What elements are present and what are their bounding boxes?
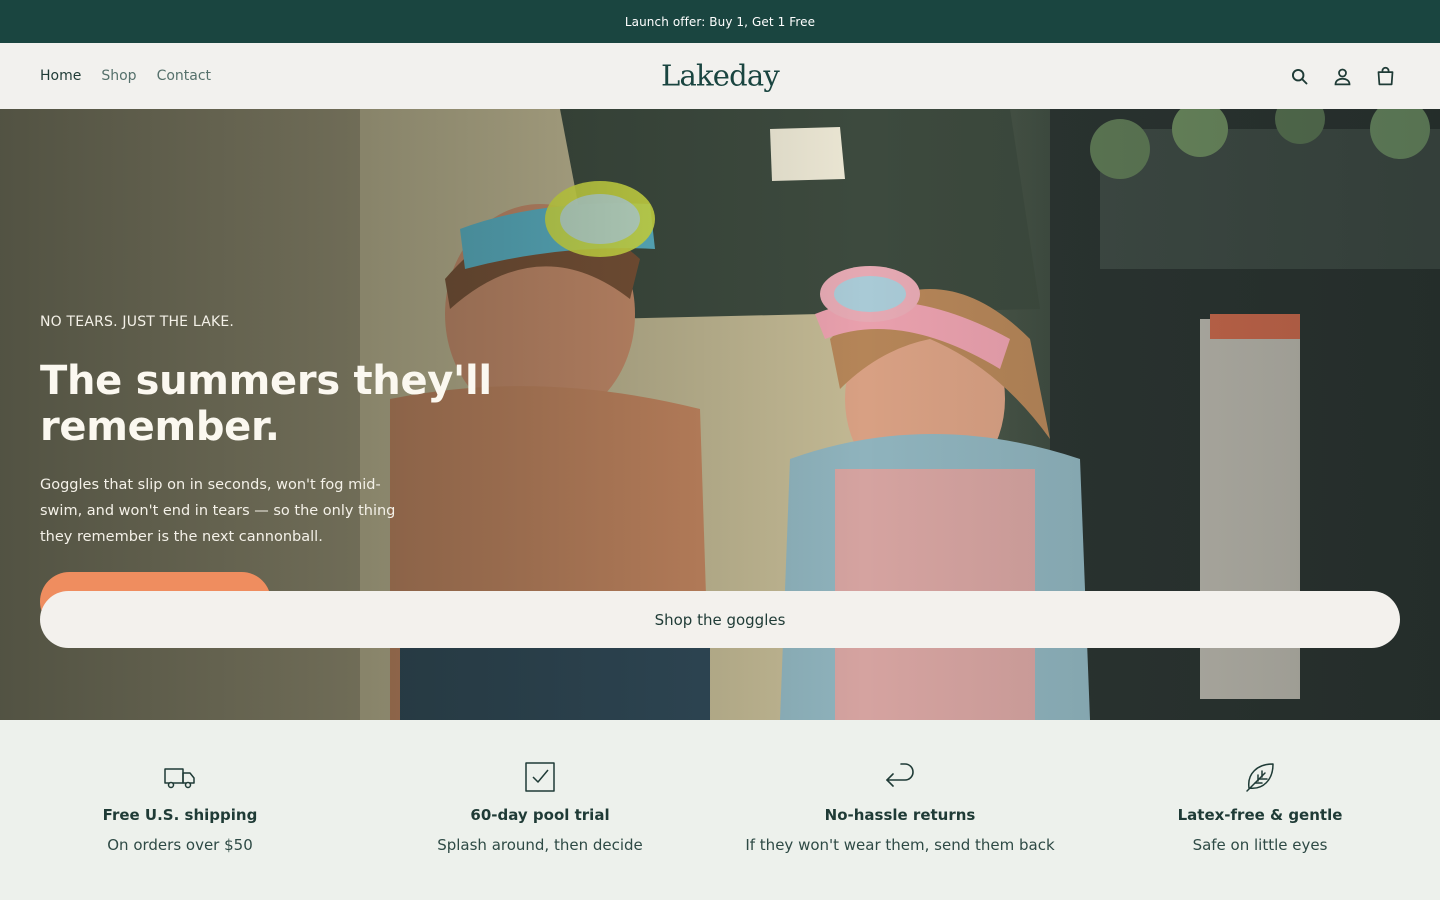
feature-title: No-hassle returns: [824, 806, 976, 824]
account-icon[interactable]: [1332, 66, 1353, 87]
shop-goggles-button[interactable]: Shop the goggles: [40, 591, 1400, 648]
feature-returns: No-hassle returns If they won't wear the…: [720, 720, 1080, 900]
nav-home[interactable]: Home: [40, 68, 81, 84]
site-header: Home Shop Contact Lakeday: [0, 43, 1440, 109]
hero-title: The summers they'll remember.: [40, 358, 492, 450]
feature-shipping: Free U.S. shipping On orders over $50: [0, 720, 360, 900]
return-arrow-icon: [883, 760, 917, 794]
cart-icon[interactable]: [1375, 66, 1396, 87]
feature-latex-free: Latex-free & gentle Safe on little eyes: [1080, 720, 1440, 900]
features-bar: Free U.S. shipping On orders over $50 60…: [0, 720, 1440, 900]
feature-title: Latex-free & gentle: [1177, 806, 1343, 824]
feature-title: 60-day pool trial: [470, 806, 610, 824]
hero-eyebrow: NO TEARS. JUST THE LAKE.: [40, 314, 235, 330]
feature-title: Free U.S. shipping: [102, 806, 258, 824]
hero-content: NO TEARS. JUST THE LAKE. The summers the…: [40, 314, 740, 631]
announcement-bar: Launch offer: Buy 1, Get 1 Free: [0, 0, 1440, 43]
feature-subtitle: Splash around, then decide: [437, 836, 643, 854]
brand-logo[interactable]: Lakeday: [661, 58, 780, 92]
feature-pool-trial: 60-day pool trial Splash around, then de…: [360, 720, 720, 900]
search-icon[interactable]: [1289, 66, 1310, 87]
hero-description: Goggles that slip on in seconds, won't f…: [40, 477, 396, 545]
feature-subtitle: On orders over $50: [107, 836, 253, 854]
feature-subtitle: Safe on little eyes: [1192, 836, 1328, 854]
hero-section: NO TEARS. JUST THE LAKE. The summers the…: [0, 109, 1440, 720]
announcement-text: Launch offer: Buy 1, Get 1 Free: [624, 14, 816, 29]
main-nav: Home Shop Contact: [40, 68, 211, 84]
nav-shop[interactable]: Shop: [101, 68, 136, 84]
nav-contact[interactable]: Contact: [157, 68, 211, 84]
feature-subtitle: If they won't wear them, send them back: [745, 836, 1055, 854]
leaf-icon: [1243, 760, 1277, 794]
header-actions: [1289, 66, 1396, 87]
checkbox-icon: [523, 760, 557, 794]
truck-icon: [163, 760, 197, 794]
